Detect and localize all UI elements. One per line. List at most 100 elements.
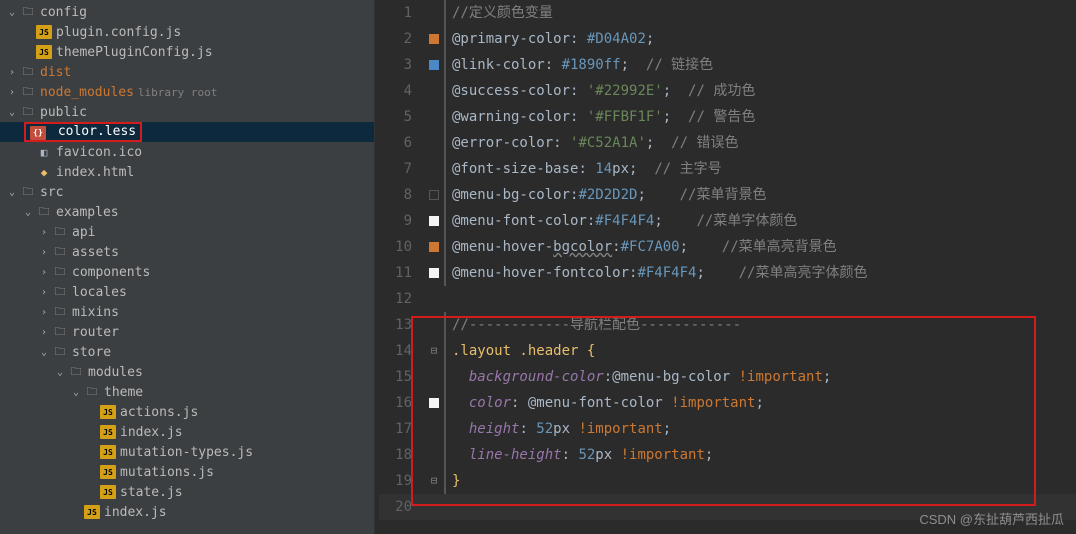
code-line[interactable]: 3 @link-color: #1890ff; // 链接色	[379, 52, 1076, 78]
code-area[interactable]: 1 //定义颜色变量 2 @primary-color: #D04A02; 3 …	[375, 0, 1076, 534]
code-line[interactable]: 14 ⊟ .layout .header {	[379, 338, 1076, 364]
tree-folder-assets[interactable]: › 🗀 assets	[0, 242, 374, 262]
tree-label: actions.js	[120, 405, 198, 420]
code-line[interactable]: 5 @warning-color: '#FFBF1F'; // 警告色	[379, 104, 1076, 130]
color-swatch-icon	[429, 242, 439, 252]
tree-file-theme-plugin[interactable]: JS themePluginConfig.js	[0, 42, 374, 62]
tree-folder-public[interactable]: ⌄ 🗀 public	[0, 102, 374, 122]
tree-file-mutation-types[interactable]: JS mutation-types.js	[0, 442, 374, 462]
tree-folder-router[interactable]: › 🗀 router	[0, 322, 374, 342]
tree-file-index2[interactable]: JS index.js	[0, 502, 374, 522]
code-line[interactable]: 19 ⊟ }	[379, 468, 1076, 494]
code-line[interactable]: 13 //------------导航栏配色------------	[379, 312, 1076, 338]
tree-folder-modules[interactable]: ⌄ 🗀 modules	[0, 362, 374, 382]
code-line[interactable]: 2 @primary-color: #D04A02;	[379, 26, 1076, 52]
chevron-down-icon: ⌄	[4, 187, 20, 198]
tree-folder-examples[interactable]: ⌄ 🗀 examples	[0, 202, 374, 222]
line-number: 11	[379, 260, 424, 286]
code-line[interactable]: 17 height: 52px !important;	[379, 416, 1076, 442]
line-number: 1	[379, 0, 424, 26]
tree-label: assets	[72, 245, 119, 260]
code-line[interactable]: 9 @menu-font-color:#F4F4F4; //菜单字体颜色	[379, 208, 1076, 234]
code-line[interactable]: 6 @error-color: '#C52A1A'; // 错误色	[379, 130, 1076, 156]
line-number: 12	[379, 286, 424, 312]
selection-highlight: {} color.less	[24, 122, 142, 142]
variable: @menu-font-color	[528, 395, 663, 411]
code-line[interactable]: 11 @menu-hover-fontcolor:#F4F4F4; //菜单高亮…	[379, 260, 1076, 286]
code-line[interactable]: 8 @menu-bg-color:#2D2D2D; //菜单背景色	[379, 182, 1076, 208]
tree-folder-api[interactable]: › 🗀 api	[0, 222, 374, 242]
tree-folder-theme[interactable]: ⌄ 🗀 theme	[0, 382, 374, 402]
tree-label: index.js	[104, 505, 167, 520]
code-line[interactable]: 12	[379, 286, 1076, 312]
tree-file-index[interactable]: JS index.js	[0, 422, 374, 442]
tree-label: examples	[56, 205, 119, 220]
tree-folder-store[interactable]: ⌄ 🗀 store	[0, 342, 374, 362]
ico-icon: ◧	[36, 145, 52, 159]
comment: //------------导航栏配色------------	[452, 317, 741, 333]
line-number: 20	[379, 494, 424, 520]
tree-file-favicon[interactable]: ◧ favicon.ico	[0, 142, 374, 162]
folder-icon: 🗀	[20, 85, 36, 99]
gutter-mark: ⊟	[424, 338, 444, 364]
code-line[interactable]: 1 //定义颜色变量	[379, 0, 1076, 26]
tree-file-plugin-config[interactable]: JS plugin.config.js	[0, 22, 374, 42]
variable: @primary-color	[452, 31, 570, 47]
html-icon: ◆	[36, 165, 52, 179]
line-number: 4	[379, 78, 424, 104]
line-number: 5	[379, 104, 424, 130]
code-line[interactable]: 18 line-height: 52px !important;	[379, 442, 1076, 468]
line-number: 16	[379, 390, 424, 416]
tree-folder-config[interactable]: ⌄ 🗀 config	[0, 2, 374, 22]
tree-label: locales	[72, 285, 127, 300]
code-line[interactable]: 10 @menu-hover-bgcolor:#FC7A00; //菜单高亮背景…	[379, 234, 1076, 260]
line-number: 6	[379, 130, 424, 156]
project-tree[interactable]: ⌄ 🗀 config JS plugin.config.js JS themeP…	[0, 0, 375, 534]
line-number: 18	[379, 442, 424, 468]
tree-label: favicon.ico	[56, 145, 142, 160]
tree-folder-dist[interactable]: › 🗀 dist	[0, 62, 374, 82]
code-line[interactable]: 15 background-color:@menu-bg-color !impo…	[379, 364, 1076, 390]
watermark: CSDN @东扯葫芦西扯瓜	[919, 509, 1064, 528]
fold-icon[interactable]: ⊟	[431, 338, 438, 364]
chevron-down-icon: ⌄	[20, 207, 36, 218]
variable: @success-color	[452, 83, 570, 99]
code-line[interactable]: 16 color: @menu-font-color !important;	[379, 390, 1076, 416]
tree-file-index-html[interactable]: ◆ index.html	[0, 162, 374, 182]
line-number: 17	[379, 416, 424, 442]
tree-folder-locales[interactable]: › 🗀 locales	[0, 282, 374, 302]
tree-label: store	[72, 345, 111, 360]
code-editor[interactable]: 1 //定义颜色变量 2 @primary-color: #D04A02; 3 …	[375, 0, 1076, 534]
variable: @font-size-base	[452, 161, 578, 177]
folder-icon: 🗀	[20, 185, 36, 199]
chevron-right-icon: ›	[4, 87, 20, 98]
hex-value: #2D2D2D	[578, 187, 637, 203]
js-icon: JS	[36, 45, 52, 59]
tree-folder-mixins[interactable]: › 🗀 mixins	[0, 302, 374, 322]
tree-label: node_modules	[40, 85, 134, 100]
tree-label: dist	[40, 65, 71, 80]
tree-label: index.html	[56, 165, 134, 180]
tree-file-color-less[interactable]: {} color.less	[0, 122, 374, 142]
library-tag: library root	[138, 86, 217, 99]
tree-label: index.js	[120, 425, 183, 440]
tree-folder-src[interactable]: ⌄ 🗀 src	[0, 182, 374, 202]
chevron-right-icon: ›	[4, 67, 20, 78]
string-value: '#22992E'	[587, 83, 663, 99]
tree-label: plugin.config.js	[56, 25, 181, 40]
comment: //菜单背景色	[680, 187, 767, 203]
string-value: '#C52A1A'	[570, 135, 646, 151]
tree-folder-components[interactable]: › 🗀 components	[0, 262, 374, 282]
tree-folder-node-modules[interactable]: › 🗀 node_modules library root	[0, 82, 374, 102]
folder-icon: 🗀	[52, 225, 68, 239]
keyword: !important	[739, 369, 823, 385]
keyword: !important	[671, 395, 755, 411]
code-line[interactable]: 7 @font-size-base: 14px; // 主字号	[379, 156, 1076, 182]
property: line-height	[469, 447, 562, 463]
line-number: 13	[379, 312, 424, 338]
tree-file-mutations[interactable]: JS mutations.js	[0, 462, 374, 482]
property: height	[469, 421, 520, 437]
code-line[interactable]: 4 @success-color: '#22992E'; // 成功色	[379, 78, 1076, 104]
tree-file-state[interactable]: JS state.js	[0, 482, 374, 502]
tree-file-actions[interactable]: JS actions.js	[0, 402, 374, 422]
